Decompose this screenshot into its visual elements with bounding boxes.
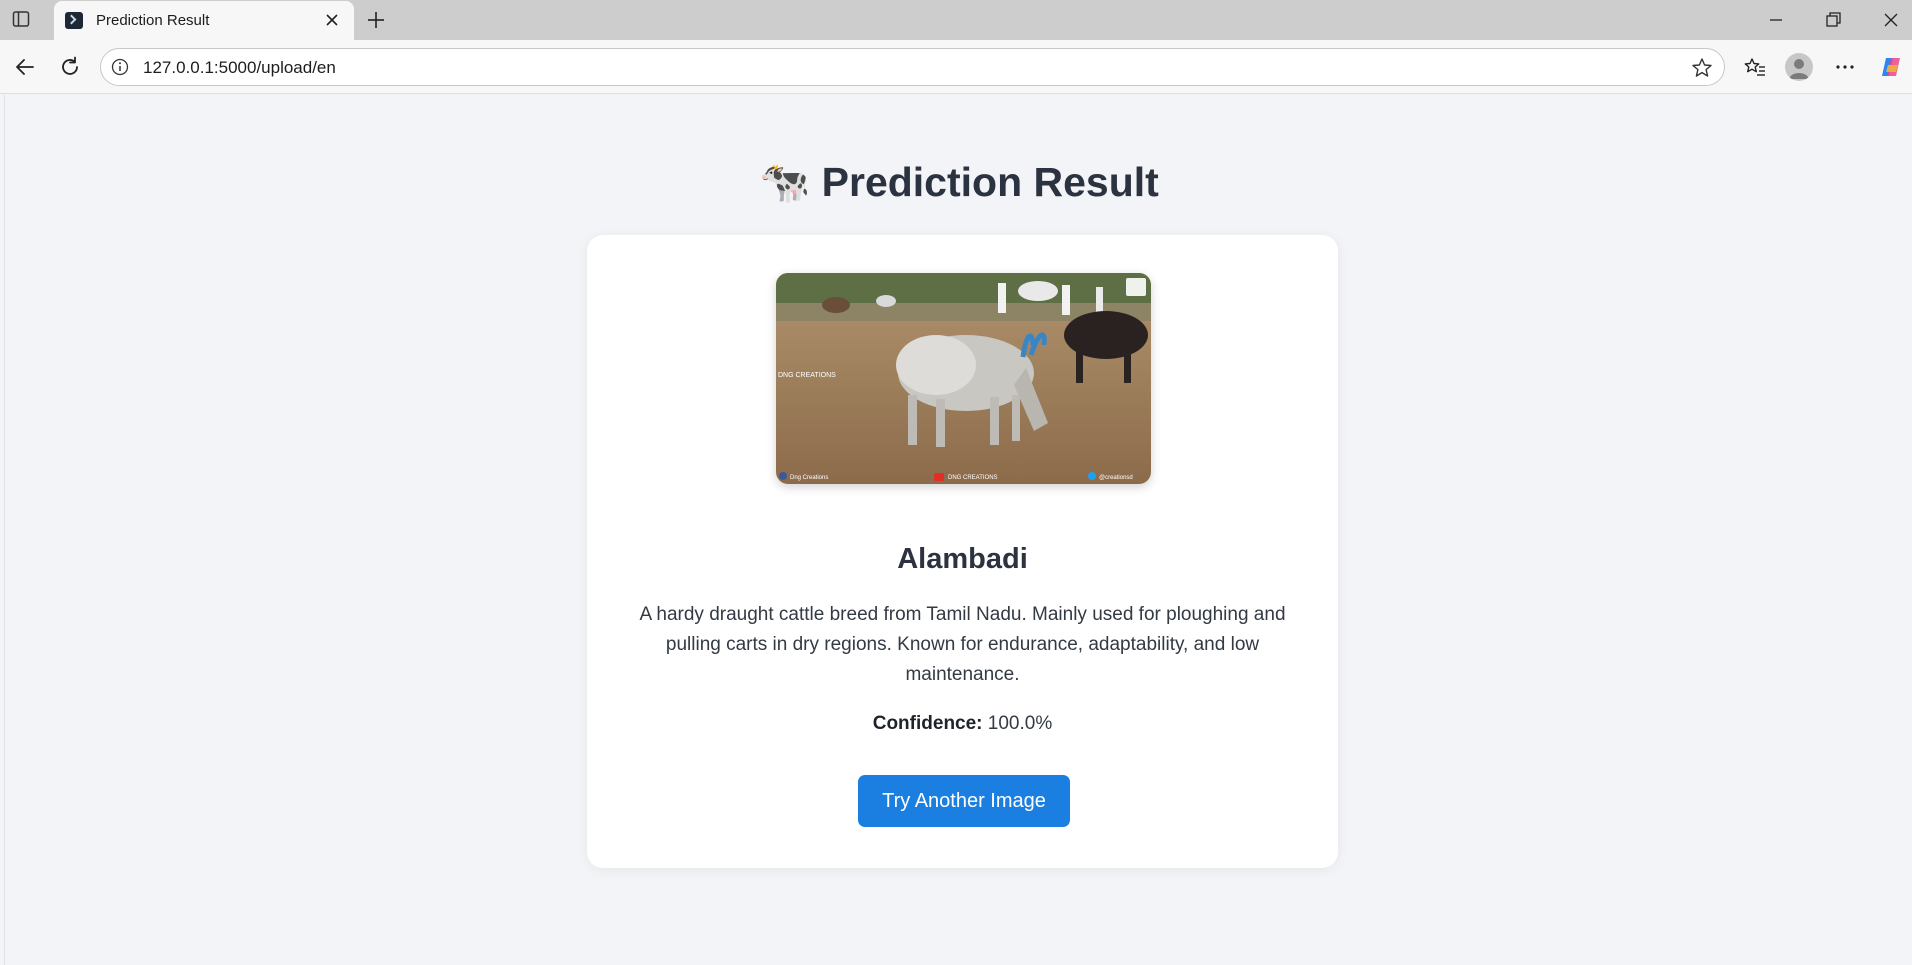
watermark-center: DNG CREATIONS: [778, 372, 836, 379]
site-info-icon[interactable]: [111, 58, 129, 76]
tab-bar: Prediction Result: [0, 0, 1912, 40]
page-title-text: Prediction Result: [821, 159, 1159, 205]
tab-actions-icon[interactable]: [12, 10, 30, 28]
tab-title: Prediction Result: [96, 12, 210, 29]
minimize-icon[interactable]: [1765, 9, 1787, 31]
new-tab-icon[interactable]: [365, 9, 387, 31]
close-tab-icon[interactable]: [322, 10, 342, 30]
copilot-icon[interactable]: [1878, 54, 1904, 80]
result-card: DNG CREATIONS Dng Creations DNG CREATION…: [587, 235, 1338, 868]
breed-description: A hardy draught cattle breed from Tamil …: [639, 604, 1286, 685]
terminal-icon: [65, 12, 83, 29]
uploaded-cattle-image: DNG CREATIONS Dng Creations DNG CREATION…: [776, 273, 1151, 484]
restore-icon[interactable]: [1822, 9, 1844, 31]
page-viewport: 🐄 Prediction Result DNG CREATIONS Dng Cr…: [4, 95, 1912, 965]
back-icon[interactable]: [12, 54, 38, 80]
confidence-line: Confidence: 100.0%: [587, 713, 1338, 735]
browser-toolbar: 127.0.0.1:5000/upload/en: [0, 40, 1912, 94]
predicted-breed: Alambadi: [897, 543, 1028, 575]
watermark-bottom-right: @creationsd: [1099, 475, 1133, 481]
user-icon: [1789, 59, 1809, 79]
watermark-bottom-center: DNG CREATIONS: [948, 475, 998, 481]
page-title: 🐄 Prediction Result: [5, 159, 1912, 207]
cow-emoji-icon: 🐄: [759, 159, 811, 205]
browser-tab[interactable]: Prediction Result: [54, 1, 354, 40]
try-another-image-button[interactable]: Try Another Image: [858, 775, 1070, 827]
url-text: 127.0.0.1:5000/upload/en: [143, 58, 336, 77]
refresh-icon[interactable]: [57, 54, 83, 80]
favorites-icon[interactable]: [1742, 54, 1768, 80]
address-bar[interactable]: 127.0.0.1:5000/upload/en: [100, 48, 1725, 86]
watermark-bottom-left: Dng Creations: [790, 475, 828, 481]
favorite-star-icon[interactable]: [1690, 56, 1714, 80]
more-options-icon[interactable]: [1832, 54, 1858, 80]
close-window-icon[interactable]: [1880, 9, 1902, 31]
confidence-label: Confidence:: [872, 713, 983, 734]
confidence-value: 100.0%: [987, 713, 1053, 734]
profile-avatar[interactable]: [1785, 53, 1813, 81]
